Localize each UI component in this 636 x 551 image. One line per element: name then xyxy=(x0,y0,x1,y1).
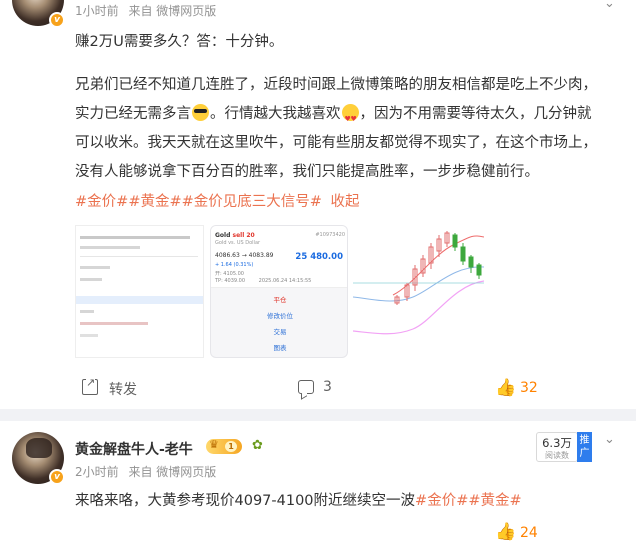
post-source: 来自 微博网页版 xyxy=(128,4,217,18)
chevron-down-icon[interactable]: ⌄ xyxy=(604,432,615,447)
post-text-line: 没有人能够说拿下百分百的胜率，我们只能提高胜率，一步步稳健前行。 xyxy=(75,164,539,180)
image-thumbnail-2[interactable]: Gold sell 20 #10973420 Gold vs. US Dolla… xyxy=(210,225,348,358)
post-source: 来自 微博网页版 xyxy=(128,465,217,479)
chevron-down-icon[interactable]: ⌄ xyxy=(604,0,615,11)
topic-link[interactable]: #金价# xyxy=(75,194,128,210)
post-divider xyxy=(0,409,636,421)
verified-badge-icon: v xyxy=(49,12,65,28)
read-count: 6.3万 xyxy=(542,436,572,450)
post-text-plain: 来咯来咯，大黄参考现价4097-4100附近继续空一波 xyxy=(75,493,416,509)
promote-button[interactable]: 推广 xyxy=(577,432,592,462)
candlestick-chart-image xyxy=(353,231,484,335)
verified-badge-icon: v xyxy=(49,469,65,485)
trade-change: + 1.64 (0.31%) xyxy=(215,262,254,268)
image-thumbnail-3[interactable] xyxy=(353,225,484,358)
read-count-label: 阅读数 xyxy=(545,451,569,460)
post-text-line: 实力已经无需多言。行情越大我越喜欢，因为不用需要等待太久，几分钟就 xyxy=(75,100,623,134)
topic-link[interactable]: #黄金# xyxy=(128,194,181,210)
image-thumbnail-1[interactable] xyxy=(75,225,204,358)
level-number: 1 xyxy=(225,441,237,452)
comment-count[interactable]: 3 xyxy=(323,379,332,395)
sunglasses-emoji-icon xyxy=(192,104,209,121)
trade-menu-item: 交易 xyxy=(273,328,287,336)
author-name[interactable]: 黄金解盘牛人-老牛 xyxy=(75,439,193,459)
thumbs-up-icon[interactable]: 👍 xyxy=(495,523,516,541)
thumbs-up-icon[interactable]: 👍 xyxy=(495,379,516,397)
share-icon[interactable] xyxy=(82,377,98,395)
share-button[interactable]: 转发 xyxy=(109,379,137,399)
topic-link[interactable]: #金价##黄金# xyxy=(415,493,522,509)
heart-eyes-emoji-icon xyxy=(341,104,359,134)
trade-row: 开: 4105.00 xyxy=(215,271,244,277)
crown-level-badge[interactable]: 1 xyxy=(206,438,242,454)
post-text-line: 兄弟们已经不知道几连胜了，近段时间跟上微博策略的朋友相信都是吃上不少肉， xyxy=(75,77,597,93)
post-text: 赚2万U需要多久？答：十分钟。 兄弟们已经不知道几连胜了，近段时间跟上微博策略的… xyxy=(75,28,623,187)
trade-row: TP: 4039.00 2025.06.24 14:15:55 xyxy=(215,278,312,284)
weibo-post: v 1小时前 来自 微博网页版 ⌄ 赚2万U需要多久？答：十分钟。 兄弟们已经不… xyxy=(0,0,636,409)
post-time[interactable]: 1小时前 xyxy=(75,4,119,18)
post-meta: 1小时前 来自 微博网页版 xyxy=(75,2,222,19)
like-count[interactable]: 24 xyxy=(520,525,538,541)
trade-menu-item: 平仓 xyxy=(273,296,287,304)
trade-prices: 4086.63 → 4083.89 xyxy=(215,252,274,259)
post-text: 来咯来咯，大黄参考现价4097-4100附近继续空一波#金价##黄金# xyxy=(75,489,522,510)
flower-badge-icon[interactable]: ✿ xyxy=(252,438,263,453)
trade-subtitle: Gold vs. US Dollar xyxy=(215,240,261,246)
post-time[interactable]: 2小时前 xyxy=(75,465,119,479)
post-text-line: 赚2万U需要多久？答：十分钟。 xyxy=(75,34,284,50)
comment-icon[interactable] xyxy=(298,380,314,394)
read-count-box: 6.3万 阅读数 xyxy=(536,432,578,462)
post-meta: 2小时前 来自 微博网页版 xyxy=(75,463,222,480)
post-topics: #金价##黄金##金价见底三大信号# 收起 xyxy=(75,190,360,211)
topic-link[interactable]: #金价见底三大信号# xyxy=(182,194,322,210)
like-count[interactable]: 32 xyxy=(520,380,538,396)
trade-card: Gold sell 20 #10973420 Gold vs. US Dolla… xyxy=(211,226,347,288)
collapse-link[interactable]: 收起 xyxy=(331,194,360,210)
trade-profit: 25 480.00 xyxy=(295,252,343,262)
trade-menu-item: 修改价位 xyxy=(267,312,293,320)
trade-menu-item: 图表 xyxy=(273,344,287,352)
trade-title: Gold sell 20 xyxy=(215,232,255,239)
trade-order-id: #10973420 xyxy=(315,232,345,238)
